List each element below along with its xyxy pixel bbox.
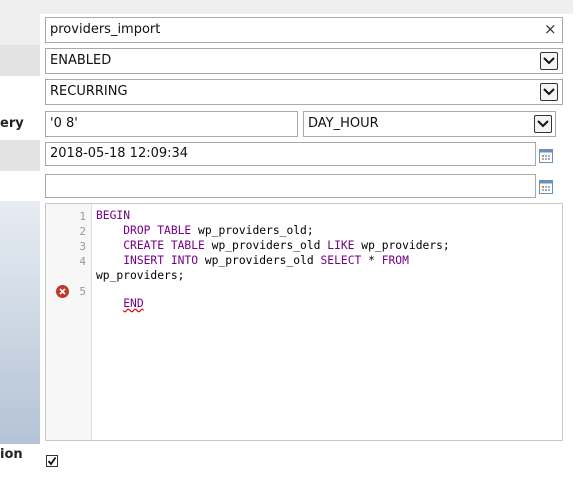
code-line-4-wrap: wp_providers; (96, 269, 184, 282)
sql-keyword: FROM (381, 254, 409, 267)
start-datetime-input[interactable]: 2018-05-18 12:09:34 (45, 142, 536, 166)
definition-code-editor[interactable]: 1 2 3 4 5 BEGIN DROP TABLE wp_providers_… (45, 203, 563, 441)
label-cell-definition (0, 201, 40, 444)
line-number: 5 (79, 285, 86, 298)
status-value: ENABLED (50, 53, 112, 68)
execute-every-label: ery (0, 116, 24, 131)
code-text: wp_providers; (96, 269, 185, 282)
line-number-gutter: 1 2 3 4 5 (46, 204, 92, 440)
label-cell-event-name (0, 14, 40, 45)
sql-keyword: END (123, 297, 144, 310)
sql-keyword: DROP TABLE (123, 224, 192, 237)
sql-keyword: SELECT (320, 254, 362, 267)
start-value: 2018-05-18 12:09:34 (50, 146, 189, 161)
calendar-icon[interactable] (539, 149, 553, 163)
code-text: wp_providers_old (204, 239, 328, 252)
checkmark-icon (47, 456, 57, 466)
code-text: * (361, 254, 382, 267)
code-text: wp_providers_old; (191, 224, 314, 237)
on-completion-label: ion (0, 447, 23, 462)
code-line-5: END (56, 284, 144, 323)
label-cell-start (0, 140, 40, 171)
chevron-down-icon[interactable] (534, 115, 552, 133)
code-text: wp_providers_old (198, 254, 321, 267)
chevron-down-icon[interactable] (540, 83, 558, 101)
status-select[interactable]: ENABLED (45, 48, 563, 74)
event-name-input[interactable]: providers_import (45, 17, 563, 43)
calendar-icon[interactable] (539, 180, 553, 194)
code-line-2: DROP TABLE wp_providers_old; (96, 224, 314, 237)
preserve-checkbox[interactable] (46, 455, 58, 467)
interval-unit-select[interactable]: DAY_HOUR (303, 111, 556, 137)
line-number: 3 (79, 240, 86, 253)
code-line-1: BEGIN (96, 209, 130, 222)
end-datetime-input[interactable] (45, 174, 536, 198)
interval-value-input[interactable]: '0 8' (45, 111, 298, 137)
sql-keyword: CREATE TABLE (123, 239, 205, 252)
line-number: 4 (79, 255, 86, 268)
line-number: 1 (79, 210, 86, 223)
event-type-select[interactable]: RECURRING (45, 79, 563, 105)
event-name-value: providers_import (50, 22, 161, 37)
sql-keyword: INSERT INTO (123, 254, 199, 267)
sql-keyword: LIKE (327, 239, 355, 252)
code-line-3: CREATE TABLE wp_providers_old LIKE wp_pr… (96, 239, 450, 252)
row-band-event-name (0, 0, 573, 14)
sql-keyword: BEGIN (96, 209, 131, 222)
clear-icon[interactable]: × (544, 20, 557, 38)
code-line-4: INSERT INTO wp_providers_old SELECT * FR… (96, 254, 409, 267)
label-cell-status (0, 45, 40, 76)
right-border (573, 0, 584, 479)
error-marker-icon[interactable] (56, 285, 69, 298)
interval-value: '0 8' (50, 116, 78, 131)
interval-unit-value: DAY_HOUR (308, 116, 379, 131)
code-text: wp_providers; (354, 239, 450, 252)
event-type-value: RECURRING (50, 84, 128, 99)
line-number: 2 (79, 225, 86, 238)
chevron-down-icon[interactable] (540, 52, 558, 70)
